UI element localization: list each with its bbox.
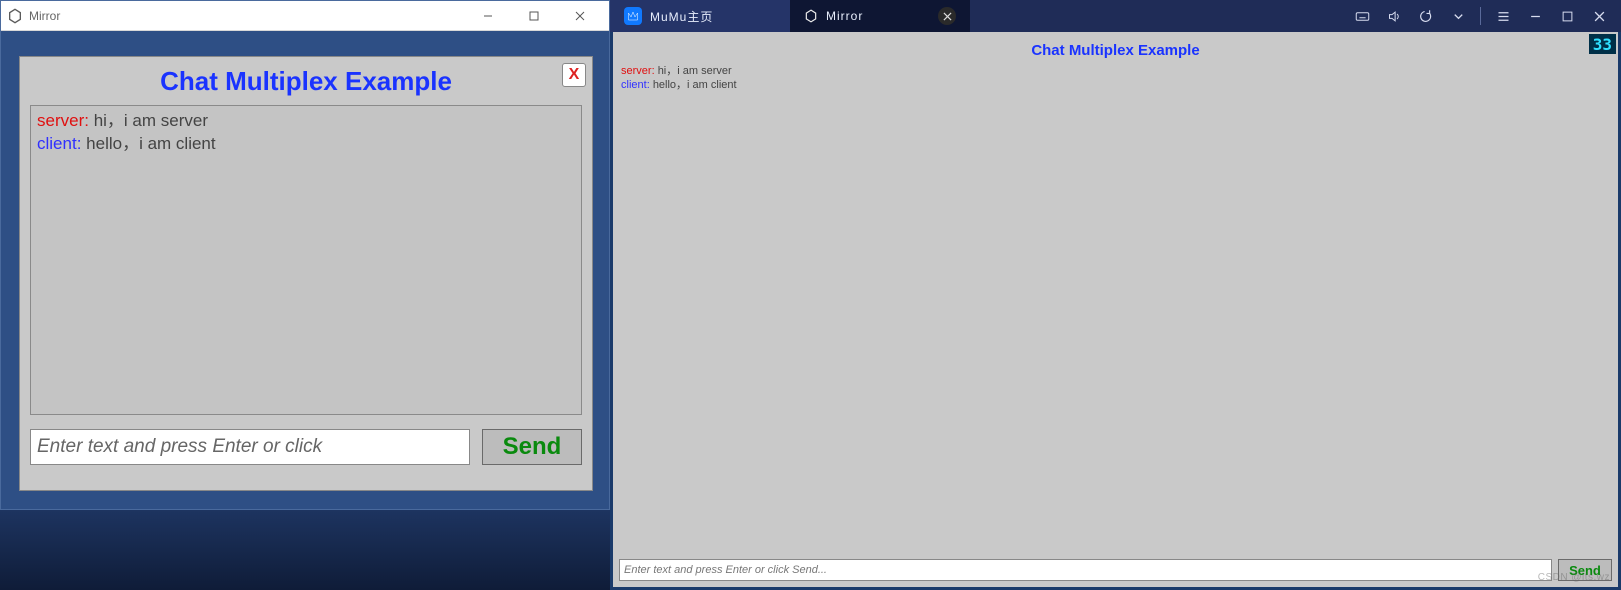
- tab-label: Mirror: [826, 9, 863, 23]
- left-application-window: Mirror Chat Multiplex Example X server: …: [0, 0, 610, 510]
- chevron-down-icon[interactable]: [1442, 0, 1474, 32]
- tab-close-button[interactable]: [938, 7, 956, 25]
- send-button-right[interactable]: Send: [1558, 559, 1612, 581]
- keyboard-icon[interactable]: [1346, 0, 1378, 32]
- fps-counter: 33: [1589, 34, 1616, 54]
- minimize-button[interactable]: [465, 2, 511, 30]
- chat-message: client: hello，i am client: [621, 79, 1610, 93]
- sender-label: client:: [621, 79, 650, 91]
- message-text: hi，i am server: [94, 111, 208, 130]
- message-text: hello，i am client: [86, 134, 215, 153]
- sender-label: client:: [37, 134, 81, 153]
- chat-message: server: hi，i am server: [621, 65, 1610, 79]
- panel-close-button[interactable]: X: [562, 63, 586, 87]
- message-text: hi，i am server: [658, 65, 732, 77]
- panel-title-left: Chat Multiplex Example: [160, 66, 452, 97]
- back-icon[interactable]: [1410, 0, 1442, 32]
- desktop-background: [0, 510, 610, 590]
- right-emulator-window: MuMu主页 Mirror: [610, 0, 1621, 590]
- volume-icon[interactable]: [1378, 0, 1410, 32]
- unity-icon: [804, 9, 818, 23]
- tab-mumu-home[interactable]: MuMu主页: [610, 0, 790, 32]
- unity-icon: [7, 8, 23, 24]
- sender-label: server:: [37, 111, 89, 130]
- emulator-titlebar: MuMu主页 Mirror: [610, 0, 1621, 32]
- chat-panel-left: Chat Multiplex Example X server: hi，i am…: [19, 56, 593, 491]
- emulator-close-button[interactable]: [1583, 0, 1615, 32]
- separator: [1480, 7, 1481, 25]
- tab-mirror[interactable]: Mirror: [790, 0, 970, 32]
- chat-log-left: server: hi，i am server client: hello，i a…: [30, 105, 582, 415]
- left-titlebar[interactable]: Mirror: [1, 1, 609, 31]
- emulator-minimize-button[interactable]: [1519, 0, 1551, 32]
- message-text: hello，i am client: [653, 79, 737, 91]
- chat-log-right: server: hi，i am server client: hello，i a…: [621, 65, 1610, 93]
- close-window-button[interactable]: [557, 2, 603, 30]
- mumu-logo-icon: [624, 7, 642, 25]
- chat-input-left[interactable]: [30, 429, 470, 465]
- chat-message: server: hi，i am server: [37, 110, 575, 133]
- chat-message: client: hello，i am client: [37, 133, 575, 156]
- sender-label: server:: [621, 65, 655, 77]
- tab-label: MuMu主页: [650, 8, 713, 25]
- left-window-title: Mirror: [29, 9, 465, 23]
- menu-icon[interactable]: [1487, 0, 1519, 32]
- emulator-maximize-button[interactable]: [1551, 0, 1583, 32]
- panel-title-right: Chat Multiplex Example: [613, 32, 1618, 59]
- emulator-screen: 33 Chat Multiplex Example server: hi，i a…: [613, 32, 1618, 587]
- send-button-left[interactable]: Send: [482, 429, 582, 465]
- maximize-button[interactable]: [511, 2, 557, 30]
- chat-input-right[interactable]: [619, 559, 1552, 581]
